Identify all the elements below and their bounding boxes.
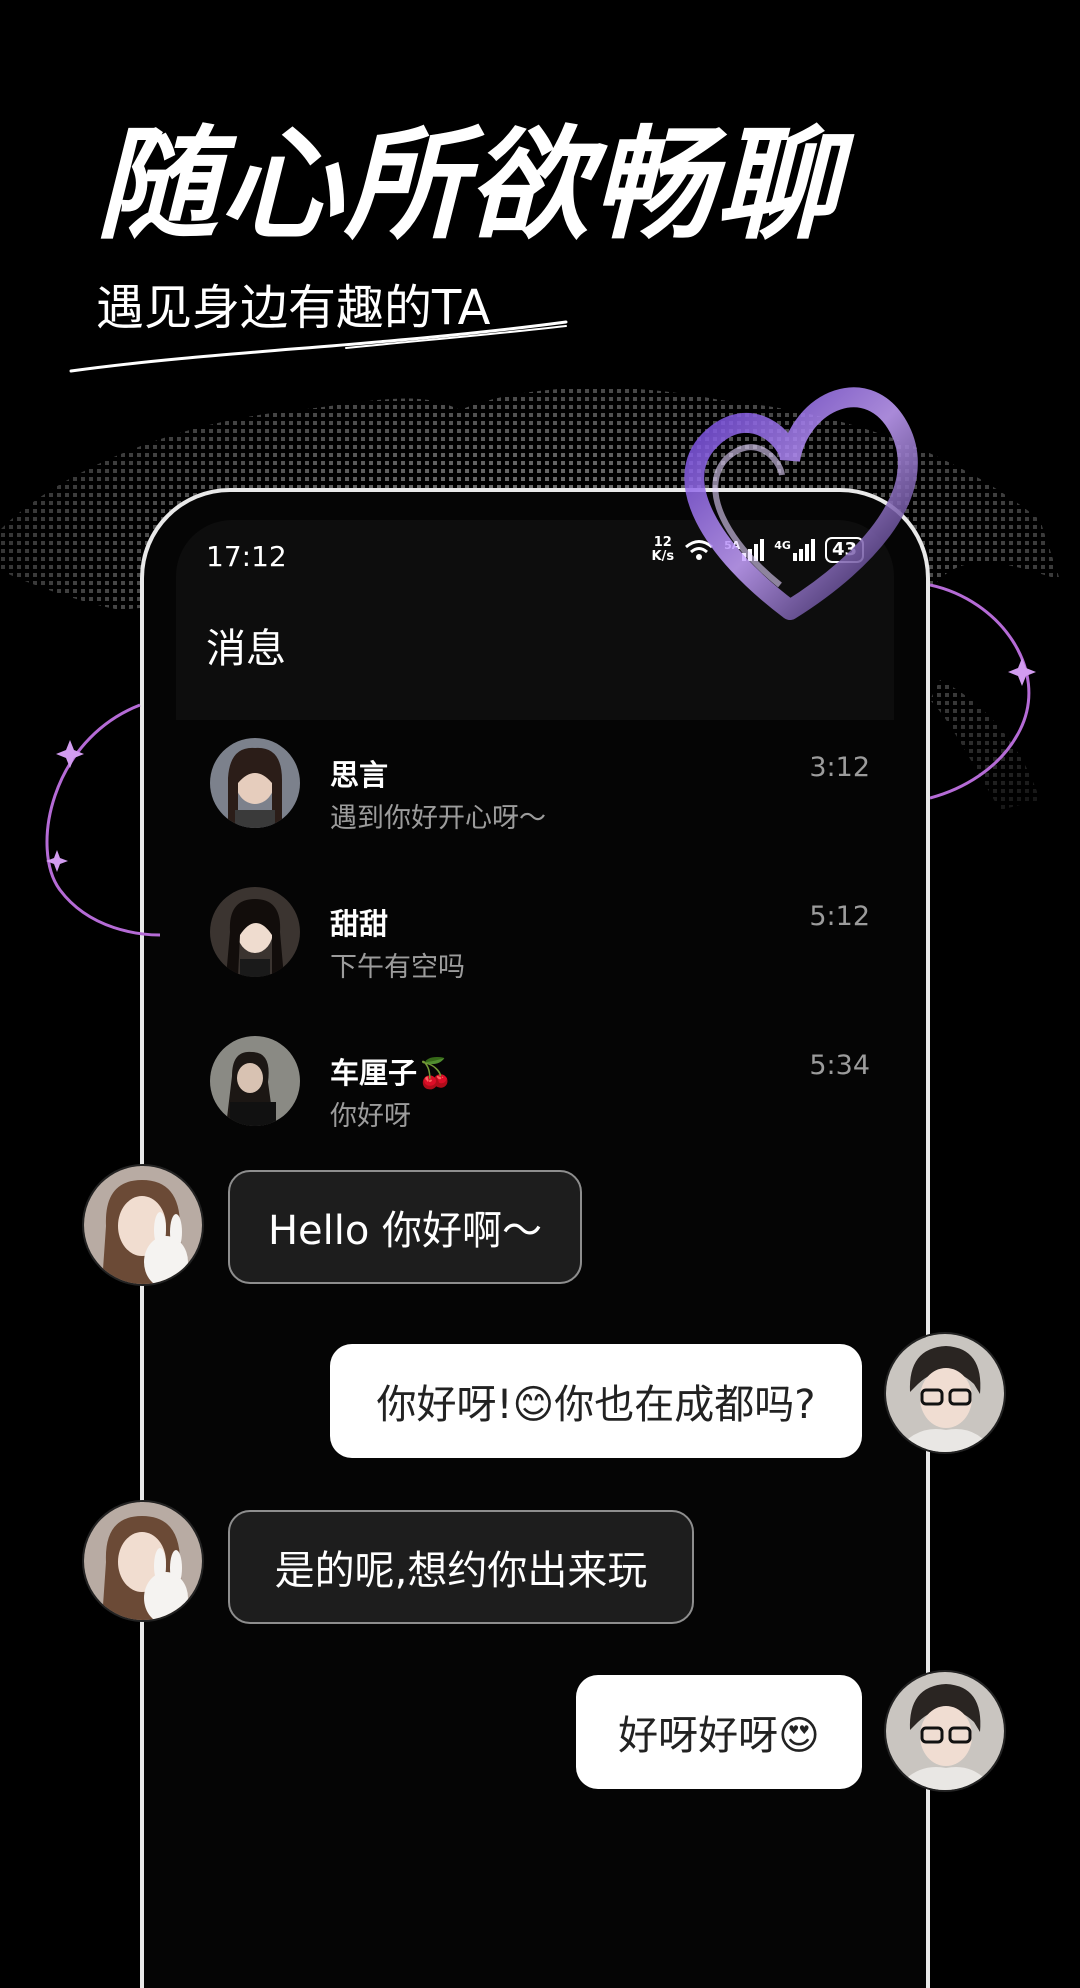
conversation-name: 甜甜 xyxy=(330,907,389,941)
heart-ribbon-decoration xyxy=(684,387,918,620)
conversation-item[interactable]: 思言 遇到你好开心呀～ 3:12 xyxy=(210,714,870,863)
chat-avatar-girl xyxy=(82,1500,204,1622)
chat-bubble-received: Hello 你好啊～ xyxy=(228,1170,582,1284)
chat-avatar-girl xyxy=(82,1164,204,1286)
hero-title: 随心所欲畅聊 xyxy=(96,114,840,256)
conversation-preview: 遇到你好开心呀～ xyxy=(330,803,546,834)
status-time: 17:12 xyxy=(206,540,287,573)
chat-bubble-sent: 你好呀!😊你也在成都吗? xyxy=(330,1344,862,1458)
conversation-preview: 你好呀 xyxy=(330,1101,411,1132)
conversation-time: 5:12 xyxy=(809,901,870,932)
conversation-name: 车厘子🍒 xyxy=(330,1056,454,1090)
conversation-item[interactable]: 甜甜 下午有空吗 5:12 xyxy=(210,863,870,1012)
conversation-time: 3:12 xyxy=(809,752,870,783)
conversation-preview: 下午有空吗 xyxy=(330,952,465,983)
subtitle-underline xyxy=(69,320,568,373)
chat-bubble-received: 是的呢,想约你出来玩 xyxy=(228,1510,694,1624)
conversation-list: 思言 遇到你好开心呀～ 3:12 甜甜 下午有空吗 5:12 车厘子🍒 你好呀 … xyxy=(210,714,870,1161)
orbit-arc-right xyxy=(930,583,1036,800)
sparkle-icon xyxy=(1008,658,1036,686)
chat-avatar-boy xyxy=(884,1670,1006,1792)
avatar xyxy=(210,1036,300,1126)
chat-avatar-boy xyxy=(884,1332,1006,1454)
conversation-item[interactable]: 车厘子🍒 你好呀 5:34 xyxy=(210,1012,870,1161)
avatar xyxy=(210,887,300,977)
orbit-arc-left xyxy=(45,703,160,937)
conversation-time: 5:34 xyxy=(809,1050,870,1081)
conversation-name: 思言 xyxy=(330,758,389,792)
chat-bubble-sent: 好呀好呀😍 xyxy=(576,1675,862,1789)
avatar xyxy=(210,738,300,828)
page-title: 消息 xyxy=(206,626,286,672)
sparkle-icon xyxy=(56,740,84,768)
